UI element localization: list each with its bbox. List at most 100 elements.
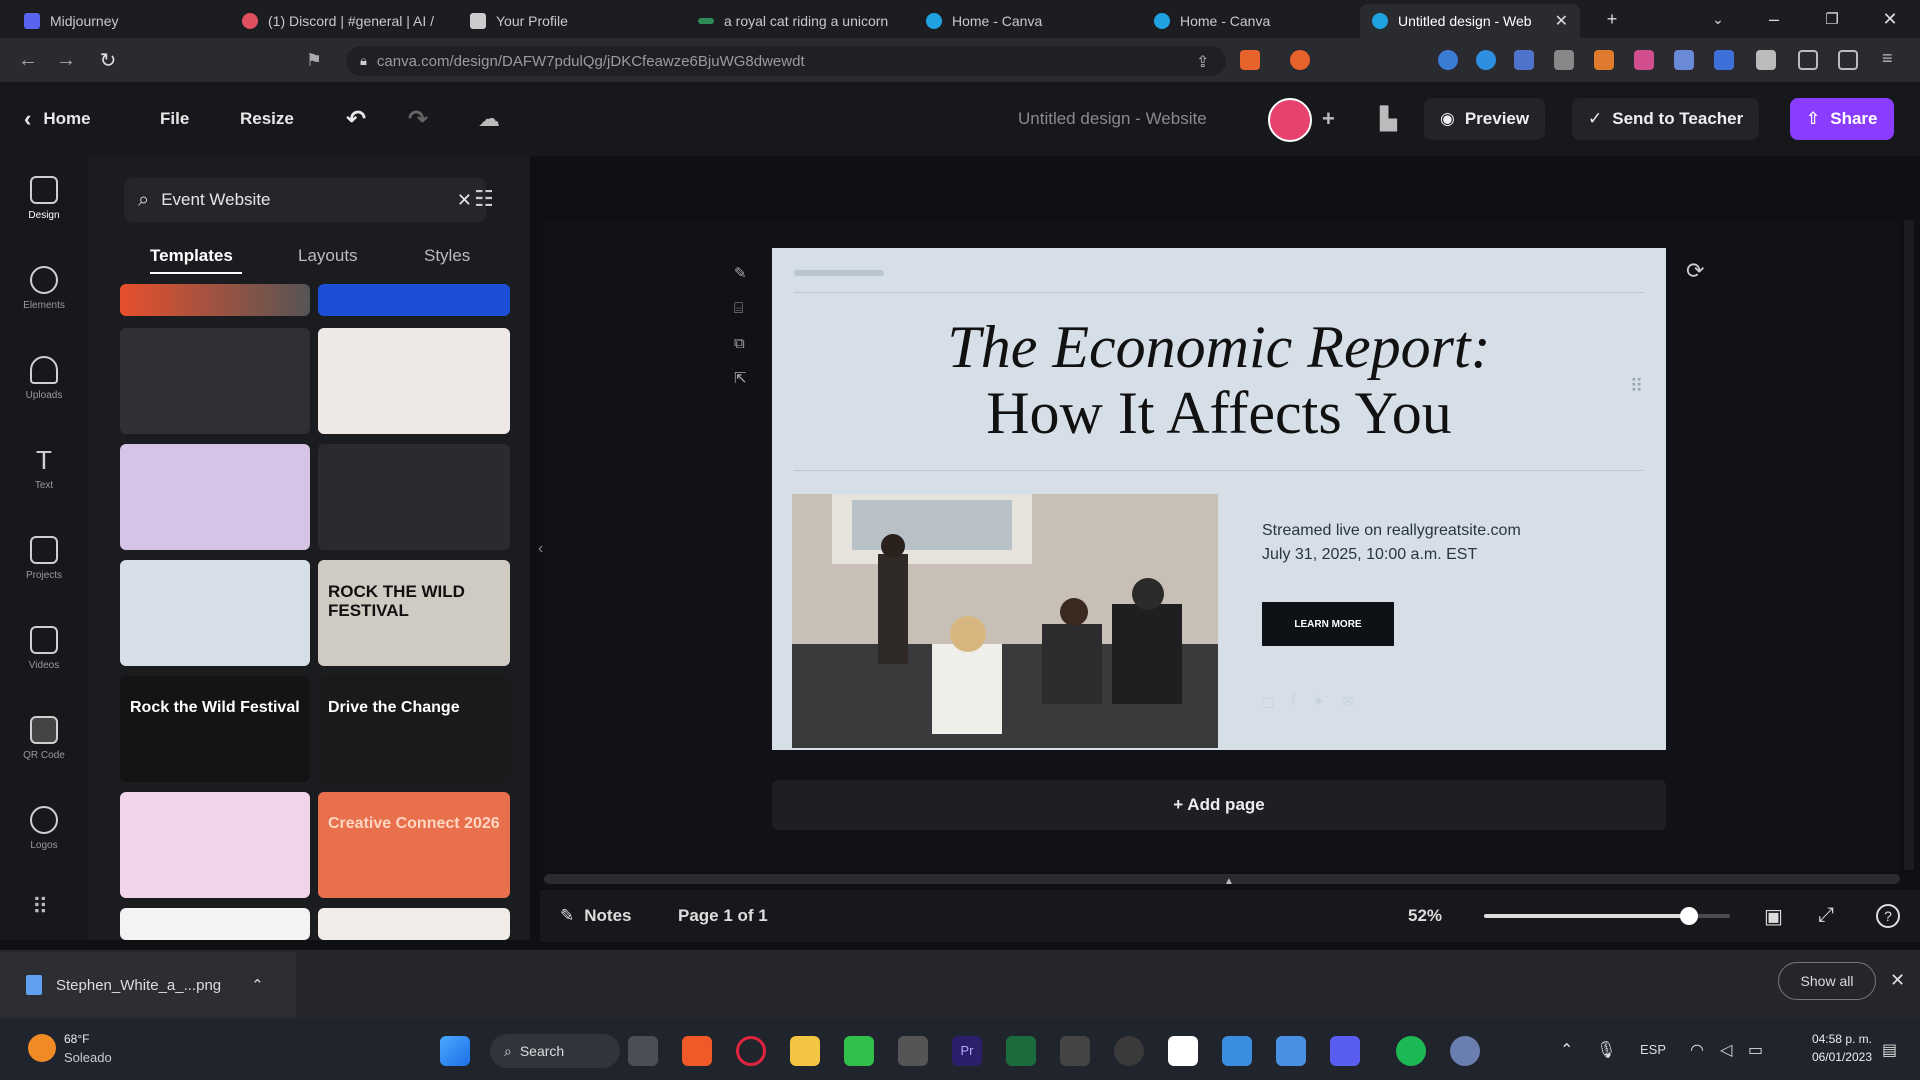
extension-1-icon[interactable] [1438, 50, 1458, 70]
app-purple-icon[interactable] [1330, 1036, 1360, 1066]
address-bar[interactable]: 🔒︎ canva.com/design/DAFW7pdulQg/jDKCfeaw… [346, 46, 1226, 76]
rail-uploads[interactable]: Uploads [0, 356, 88, 436]
sidebar-icon[interactable] [1798, 50, 1818, 70]
email-icon[interactable]: ✉ [1341, 692, 1354, 712]
tab-templates[interactable]: Templates [150, 246, 233, 266]
send-to-teacher-button[interactable]: ✓ Send to Teacher [1572, 98, 1760, 140]
spotify-icon[interactable] [1396, 1036, 1426, 1066]
undo-icon[interactable]: ↶ [346, 100, 366, 138]
store-icon[interactable] [1276, 1036, 1306, 1066]
battery-icon[interactable]: ▭ [1748, 1040, 1763, 1060]
design-page[interactable]: The Economic Report: How It Affects You … [772, 248, 1666, 750]
close-tab-icon[interactable]: ✕ [1555, 11, 1568, 31]
grid-view-icon[interactable]: ▣ [1764, 904, 1783, 929]
extension-8-icon[interactable] [1714, 50, 1734, 70]
app-cube-icon[interactable] [898, 1036, 928, 1066]
wifi-icon[interactable]: ◠ [1690, 1040, 1704, 1060]
back-icon[interactable]: ← [12, 44, 44, 76]
chevron-up-icon[interactable]: ⌃ [251, 976, 264, 994]
show-all-button[interactable]: Show all [1778, 962, 1876, 1000]
obs-icon[interactable] [1114, 1036, 1144, 1066]
add-page-button[interactable]: + Add page [772, 780, 1666, 830]
brave-browser-icon[interactable] [682, 1036, 712, 1066]
template-thumbnail[interactable] [318, 284, 510, 316]
template-thumbnail[interactable] [318, 908, 510, 940]
search-input[interactable]: Event Website [161, 190, 445, 210]
rail-logos[interactable]: Logos [0, 806, 88, 886]
camtasia-icon[interactable] [844, 1036, 874, 1066]
stream-info[interactable]: Streamed live on reallygreatsite.com [1262, 522, 1521, 540]
template-thumbnail[interactable] [120, 444, 310, 550]
notifications-icon[interactable]: ▤ [1882, 1040, 1897, 1060]
forward-icon[interactable]: → [50, 44, 82, 76]
template-thumbnail[interactable]: Creative Connect 2026 [318, 792, 510, 898]
tab-discord[interactable]: (1) Discord | #general | AI / [230, 4, 455, 38]
template-thumbnail[interactable] [120, 328, 310, 434]
avatar[interactable] [1268, 98, 1312, 142]
cloud-saved-icon[interactable]: ☁ [478, 100, 500, 138]
browser-menu-icon[interactable]: ≡ [1882, 48, 1893, 69]
horizontal-scrollbar[interactable] [544, 874, 1900, 884]
resize-button[interactable]: Resize [240, 100, 294, 138]
vertical-scrollbar[interactable] [1904, 220, 1914, 870]
tab-styles[interactable]: Styles [424, 246, 470, 266]
collapse-panel-icon[interactable]: ‹ [538, 540, 543, 558]
template-thumbnail[interactable] [120, 284, 310, 316]
extension-3-icon[interactable] [1514, 50, 1534, 70]
page-handle-icon[interactable]: ⠿ [1630, 376, 1643, 397]
redo-icon[interactable]: ↷ [408, 100, 428, 138]
event-photo[interactable] [792, 494, 1218, 748]
page-info[interactable]: Page 1 of 1 [678, 906, 768, 926]
instagram-icon[interactable]: ◻ [1262, 692, 1275, 712]
extension-2-icon[interactable] [1476, 50, 1496, 70]
file-menu-button[interactable]: File [160, 100, 189, 138]
notes-button[interactable]: ✎ Notes [560, 906, 631, 926]
premiere-pro-icon[interactable]: Pr [952, 1036, 982, 1066]
refresh-page-icon[interactable]: ⟳ [1686, 258, 1704, 284]
design-title[interactable]: Untitled design - Website [1018, 100, 1207, 138]
home-button[interactable]: ‹ Home [24, 100, 91, 138]
capcut-icon[interactable] [1168, 1036, 1198, 1066]
file-explorer-icon[interactable] [790, 1036, 820, 1066]
app-green-icon[interactable] [1006, 1036, 1036, 1066]
template-thumbnail[interactable]: ROCK THE WILD FESTIVAL [318, 560, 510, 666]
restore-icon[interactable]: ❐ [1810, 0, 1854, 38]
windows-start-icon[interactable] [440, 1036, 470, 1066]
task-view-icon[interactable] [628, 1036, 658, 1066]
template-thumbnail[interactable] [120, 560, 310, 666]
facebook-icon[interactable]: f [1291, 692, 1295, 712]
share-page-out-icon[interactable]: ⇱ [734, 361, 747, 396]
tab-home-canva-2[interactable]: Home - Canva [1142, 4, 1367, 38]
extension-5-icon[interactable] [1594, 50, 1614, 70]
zoom-slider[interactable] [1484, 907, 1730, 925]
mail-icon[interactable] [1222, 1036, 1252, 1066]
tab-your-profile[interactable]: Your Profile [458, 4, 683, 38]
template-thumbnail[interactable]: Rock the Wild Festival [120, 676, 310, 782]
microphone-icon[interactable]: 🎙︎ [1596, 1040, 1616, 1060]
add-collaborator-icon[interactable]: + [1322, 100, 1335, 138]
headline-line1[interactable]: The Economic Report: [772, 314, 1666, 380]
clear-search-icon[interactable]: ✕ [457, 190, 472, 211]
download-item[interactable]: Stephen_White_a_...png ⌃ [0, 952, 296, 1018]
brave-rewards-icon[interactable] [1290, 50, 1310, 70]
template-search-field[interactable]: ⌕ Event Website ✕ [124, 178, 486, 222]
minimize-icon[interactable]: – [1752, 0, 1796, 38]
template-thumbnail[interactable] [318, 444, 510, 550]
zoom-value[interactable]: 52% [1408, 906, 1442, 926]
edit-icon[interactable]: ✎ [734, 256, 747, 291]
help-icon[interactable]: ? [1876, 904, 1900, 928]
rail-qr-code[interactable]: QR Code [0, 716, 88, 796]
template-thumbnail[interactable] [318, 328, 510, 434]
headline-line2[interactable]: How It Affects You [772, 380, 1666, 446]
tab-search-chevron-icon[interactable]: ⌄ [1696, 0, 1740, 38]
rail-design[interactable]: Design [0, 176, 88, 256]
brave-shield-icon[interactable] [1240, 50, 1260, 70]
tab-home-canva-1[interactable]: Home - Canva [914, 4, 1139, 38]
wallet-icon[interactable] [1838, 50, 1858, 70]
extension-6-icon[interactable] [1634, 50, 1654, 70]
share-button[interactable]: ⇧ Share [1790, 98, 1894, 140]
extension-7-icon[interactable] [1674, 50, 1694, 70]
opera-icon[interactable] [736, 1036, 766, 1066]
tab-layouts[interactable]: Layouts [298, 246, 358, 266]
taskbar-search[interactable]: ⌕ Search [490, 1034, 620, 1068]
